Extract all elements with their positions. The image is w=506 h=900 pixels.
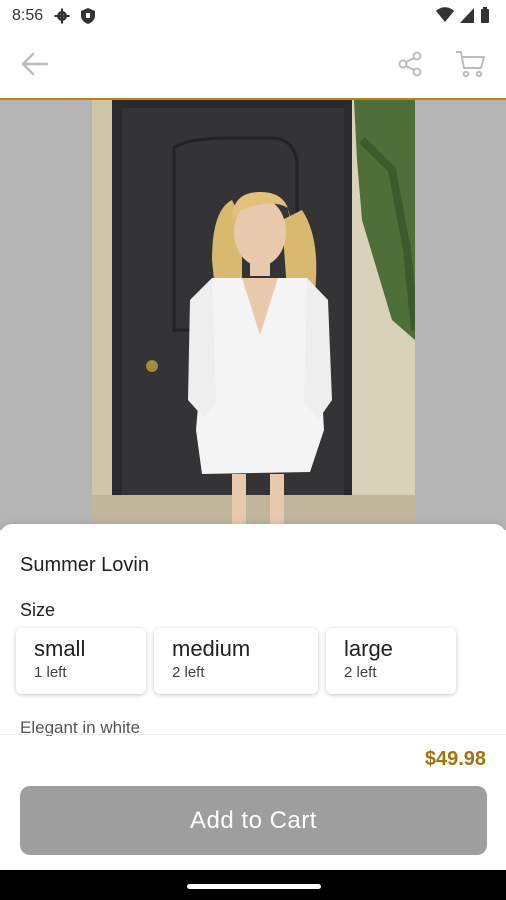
settings-gear-icon [53,7,71,25]
app-bar [0,32,506,100]
product-price: $49.98 [424,748,486,770]
size-name: small [34,636,86,661]
size-option-medium[interactable]: medium 2 left [154,628,318,694]
size-stock: 2 left [344,664,377,681]
size-option-small[interactable]: small 1 left [16,628,146,694]
arrow-left-icon [19,52,49,81]
cart-button[interactable] [452,48,488,84]
product-title: Summer Lovin [20,554,149,576]
shield-icon [79,7,97,25]
product-image-area [0,100,506,530]
home-gesture-handle[interactable] [187,884,321,889]
add-to-cart-button[interactable]: Add to Cart [20,786,487,855]
divider [0,734,506,735]
size-stock: 2 left [172,664,205,681]
share-icon [396,50,424,83]
status-time: 8:56 [12,7,44,24]
share-button[interactable] [392,48,428,84]
cart-icon [455,50,485,83]
system-nav-bar [0,870,506,900]
battery-icon [480,7,490,28]
wifi-icon [436,7,454,28]
size-option-large[interactable]: large 2 left [326,628,456,694]
product-detail-sheet: Summer Lovin Size small 1 left medium 2 … [0,524,506,870]
product-photo[interactable] [92,100,415,530]
size-name: large [344,636,393,661]
size-options: small 1 left medium 2 left large 2 left [16,628,456,694]
status-bar: 8:56 [0,0,506,32]
back-button[interactable] [16,48,52,84]
signal-icon [460,7,474,28]
size-stock: 1 left [34,664,67,681]
size-name: medium [172,636,251,661]
size-heading: Size [20,600,56,620]
